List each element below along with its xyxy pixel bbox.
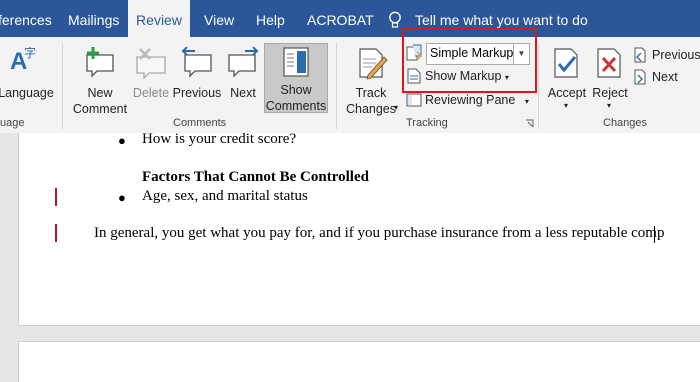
section-heading: Factors That Cannot Be Controlled (142, 169, 369, 185)
show-comments-label-1: Show (280, 83, 312, 97)
group-separator (336, 43, 337, 129)
next-label: Next (230, 86, 256, 100)
dialog-launcher-icon[interactable] (525, 119, 535, 129)
tab-view[interactable]: View (204, 0, 234, 37)
show-comments-label-2: Comments (265, 99, 327, 113)
tab-review[interactable]: Review (128, 0, 190, 37)
reject-icon (597, 48, 621, 78)
reviewing-pane-button[interactable]: Reviewing Pane ▾ (425, 93, 529, 107)
language-icon: A 字 (10, 45, 36, 75)
delete-label: Delete (132, 86, 170, 100)
chevron-down-icon: ▾ (524, 97, 529, 106)
new-comment-label-2: Comment (72, 102, 128, 116)
language-group-label: uage (0, 117, 25, 129)
chevron-down-icon: ▾ (394, 103, 399, 112)
tab-mailings[interactable]: Mailings (68, 0, 119, 37)
next-change-icon (634, 69, 646, 85)
next-change-button[interactable]: Next (652, 70, 678, 84)
previous-change-icon (634, 47, 646, 63)
text-cursor (654, 226, 655, 243)
track-changes-button[interactable]: Track Changes ▾ (342, 41, 400, 116)
tab-acrobat[interactable]: ACROBAT (307, 0, 374, 37)
group-separator (62, 43, 63, 129)
new-comment-icon (86, 47, 114, 78)
bullet-item-credit-score: How is your credit score? (142, 131, 297, 147)
previous-label: Previous (172, 86, 222, 100)
new-comment-label-1: New (87, 86, 113, 100)
reviewing-pane-icon (406, 93, 422, 107)
reviewing-pane-label: Reviewing Pane (425, 93, 516, 107)
tab-help[interactable]: Help (256, 0, 286, 37)
accept-label: Accept (547, 86, 587, 100)
chevron-down-icon: ▾ (607, 101, 612, 110)
ribbon-tab-bar: ferences Mailings Review View Help ACROB… (0, 0, 700, 37)
accept-button[interactable]: Accept ▾ (544, 41, 590, 113)
show-comments-button[interactable]: Show Comments (264, 43, 328, 113)
document-next-page[interactable] (18, 341, 700, 382)
bullet-marker: ● (118, 133, 126, 148)
delete-comment-icon (136, 48, 166, 79)
language-label: Language (0, 86, 54, 100)
svg-text:字: 字 (24, 45, 36, 60)
previous-change-button[interactable]: Previous (652, 48, 700, 62)
previous-comment-icon (181, 47, 212, 78)
chevron-down-icon: ▾ (564, 101, 569, 110)
change-bar (55, 224, 57, 242)
accept-icon (554, 48, 578, 78)
lightbulb-icon (389, 11, 401, 28)
track-changes-icon (359, 48, 388, 80)
language-button[interactable]: A 字 Language (0, 41, 54, 105)
next-comment-icon (228, 47, 259, 78)
tracking-group-label: Tracking (406, 117, 448, 129)
next-comment-button[interactable]: Next (224, 41, 262, 113)
track-changes-label-2: Changes (345, 102, 397, 116)
reject-label: Reject (592, 86, 628, 100)
tab-references[interactable]: ferences (0, 0, 52, 37)
bullet-marker: ● (118, 190, 126, 205)
highlight-box (402, 28, 537, 93)
vertical-ruler (0, 133, 18, 370)
group-separator (538, 43, 539, 129)
show-comments-icon (283, 47, 309, 77)
reject-button[interactable]: Reject ▾ (590, 41, 630, 113)
body-paragraph: In general, you get what you pay for, an… (94, 225, 665, 241)
new-comment-button[interactable]: New Comment (70, 41, 130, 116)
changes-group-label: Changes (603, 117, 648, 129)
comments-group-label: Comments (173, 117, 227, 129)
track-changes-label-1: Track (355, 86, 387, 100)
bullet-item-age-sex: Age, sex, and marital status (142, 188, 308, 204)
ribbon-panel: A 字 Language uage New Comment Delete Pre… (0, 37, 700, 134)
delete-comment-button[interactable]: Delete (132, 41, 170, 113)
change-bar (55, 188, 57, 206)
previous-comment-button[interactable]: Previous (172, 41, 222, 113)
